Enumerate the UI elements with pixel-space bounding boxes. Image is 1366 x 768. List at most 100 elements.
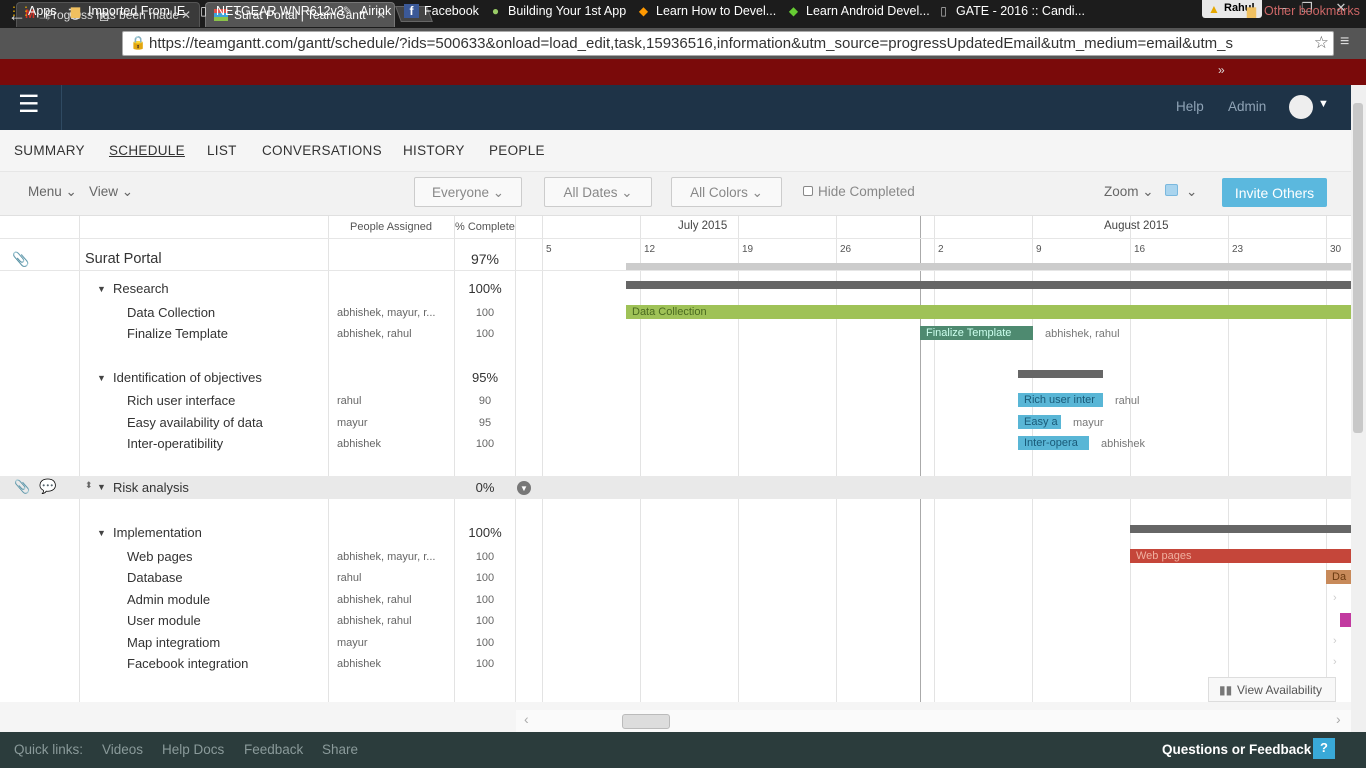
bookmark-learn-devel[interactable]: ◆ Learn How to Devel... xyxy=(636,4,776,18)
horizontal-scroll-thumb[interactable] xyxy=(622,714,670,729)
help-docs-link[interactable]: Help Docs xyxy=(162,742,224,757)
help-link[interactable]: Help xyxy=(1176,99,1204,114)
group-summary-bar[interactable] xyxy=(1018,370,1103,378)
task-people[interactable]: abhishek, rahul xyxy=(337,328,412,340)
chevron-down-icon[interactable]: ⌄ xyxy=(1186,184,1197,200)
task-bar[interactable]: Web pages xyxy=(1130,549,1351,563)
task-pct[interactable]: 100 xyxy=(455,572,515,584)
dates-filter[interactable]: All Dates ⌄ xyxy=(544,177,652,207)
more-bookmarks-icon[interactable]: » xyxy=(1218,63,1225,77)
zoom-dropdown[interactable]: Zoom ⌄ xyxy=(1104,184,1154,200)
tab-history[interactable]: HISTORY xyxy=(403,143,465,158)
task-people[interactable]: mayur xyxy=(337,637,368,649)
chevron-down-icon[interactable]: ▼ xyxy=(1318,98,1329,110)
bookmark-netgear[interactable]: ▯ NETGEAR WNR612v3 xyxy=(196,4,344,18)
task-people[interactable]: rahul xyxy=(337,395,361,407)
task-bar[interactable] xyxy=(1340,613,1351,627)
invite-button[interactable]: Invite Others xyxy=(1222,178,1327,207)
view-dropdown[interactable]: View ⌄ xyxy=(89,184,133,200)
task-people[interactable]: abhishek, rahul xyxy=(337,594,412,606)
collapse-triangle-icon[interactable]: ▼ xyxy=(97,482,106,492)
group-summary-bar[interactable] xyxy=(626,281,1351,289)
task-name[interactable]: Inter-operatibility xyxy=(127,436,223,451)
task-people[interactable]: mayur xyxy=(337,417,368,429)
bookmark-airink[interactable]: ✎ Airink xyxy=(340,4,391,18)
scroll-to-task-icon[interactable]: › xyxy=(1333,635,1337,647)
group-name[interactable]: Identification of objectives xyxy=(113,370,262,385)
task-pct[interactable]: 95 xyxy=(455,417,515,429)
task-people[interactable]: abhishek xyxy=(337,658,381,670)
collapse-triangle-icon[interactable]: ▼ xyxy=(97,284,106,294)
task-pct[interactable]: 100 xyxy=(455,615,515,627)
drag-handle-icon[interactable]: ⬍ xyxy=(85,480,93,491)
tab-summary[interactable]: SUMMARY xyxy=(14,143,85,158)
task-name[interactable]: Database xyxy=(127,570,183,585)
task-pct[interactable]: 90 xyxy=(455,395,515,407)
task-people[interactable]: abhishek xyxy=(337,438,381,450)
task-pct[interactable]: 100 xyxy=(455,551,515,563)
project-summary-bar[interactable] xyxy=(626,263,1351,270)
scroll-right-icon[interactable]: › xyxy=(1336,711,1341,727)
vertical-scroll-thumb[interactable] xyxy=(1353,103,1363,433)
task-name[interactable]: Map integratiom xyxy=(127,635,220,650)
bookmark-apps[interactable]: ⋮⋮ Apps xyxy=(8,4,57,18)
avatar[interactable] xyxy=(1289,95,1313,119)
task-name[interactable]: Facebook integration xyxy=(127,656,248,671)
bookmark-imported[interactable]: ▆ Imported From IE xyxy=(68,4,185,18)
task-bar[interactable]: Data Collection xyxy=(626,305,1351,319)
task-bar[interactable]: Finalize Template xyxy=(920,326,1033,340)
tab-list[interactable]: LIST xyxy=(207,143,237,158)
task-pct[interactable]: 100 xyxy=(455,328,515,340)
collapse-triangle-icon[interactable]: ▼ xyxy=(97,373,106,383)
task-people[interactable]: abhishek, mayur, r... xyxy=(337,307,435,319)
task-name[interactable]: Easy availability of data xyxy=(127,415,263,430)
task-name[interactable]: Finalize Template xyxy=(127,326,228,341)
task-pct[interactable]: 100 xyxy=(455,307,515,319)
feedback-link[interactable]: Feedback xyxy=(244,742,303,757)
other-bookmarks[interactable]: ▆ Other bookmarks xyxy=(1244,4,1360,18)
everyone-filter[interactable]: Everyone ⌄ xyxy=(414,177,522,207)
task-pct[interactable]: 100 xyxy=(455,594,515,606)
task-name[interactable]: User module xyxy=(127,613,201,628)
scroll-left-icon[interactable]: ‹ xyxy=(524,711,529,727)
bookmark-facebook[interactable]: f Facebook xyxy=(404,4,479,18)
task-bar[interactable]: Rich user inter xyxy=(1018,393,1103,407)
task-people[interactable]: rahul xyxy=(337,572,361,584)
group-name[interactable]: Research xyxy=(113,281,169,296)
collapse-triangle-icon[interactable]: ▼ xyxy=(97,528,106,538)
browser-menu-icon[interactable]: ≡ xyxy=(1340,33,1349,51)
bookmark-building-app[interactable]: ● Building Your 1st App xyxy=(488,4,626,18)
scroll-to-task-icon[interactable]: › xyxy=(1333,592,1337,604)
scroll-to-task-icon[interactable]: › xyxy=(1333,656,1337,668)
risk-analysis-row[interactable] xyxy=(0,476,1351,499)
bookmark-gate[interactable]: ▯ GATE - 2016 :: Candi... xyxy=(936,4,1085,18)
view-availability-button[interactable]: ▮▮ View Availability xyxy=(1208,677,1336,702)
videos-link[interactable]: Videos xyxy=(102,742,143,757)
task-people[interactable]: abhishek, mayur, r... xyxy=(337,551,435,563)
address-bar[interactable]: 🔒 https://teamgantt.com/gantt/schedule/?… xyxy=(122,31,1334,56)
help-question-icon[interactable]: ? xyxy=(1313,738,1335,759)
hide-completed-checkbox[interactable] xyxy=(803,186,813,196)
bookmark-learn-android[interactable]: ◆ Learn Android Devel... xyxy=(786,4,930,18)
task-people[interactable]: abhishek, rahul xyxy=(337,615,412,627)
group-summary-bar[interactable] xyxy=(1130,525,1351,533)
task-bar[interactable]: Da xyxy=(1326,570,1351,584)
tab-schedule[interactable]: SCHEDULE xyxy=(109,143,185,158)
group-name[interactable]: Implementation xyxy=(113,525,202,540)
task-name[interactable]: Data Collection xyxy=(127,305,215,320)
menu-dropdown[interactable]: Menu ⌄ xyxy=(28,184,77,200)
task-name[interactable]: Admin module xyxy=(127,592,210,607)
project-name[interactable]: Surat Portal xyxy=(85,251,162,267)
paperclip-icon[interactable]: 📎 xyxy=(14,479,30,495)
task-bar[interactable]: Easy a xyxy=(1018,415,1061,429)
task-name[interactable]: Web pages xyxy=(127,549,193,564)
task-pct[interactable]: 100 xyxy=(455,438,515,450)
tab-conversations[interactable]: CONVERSATIONS xyxy=(262,143,382,158)
task-pct[interactable]: 100 xyxy=(455,658,515,670)
tab-people[interactable]: PEOPLE xyxy=(489,143,545,158)
questions-feedback-link[interactable]: Questions or Feedback xyxy=(1162,742,1311,757)
color-picker[interactable] xyxy=(1165,184,1178,196)
task-name[interactable]: Rich user interface xyxy=(127,393,235,408)
paperclip-icon[interactable]: 📎 xyxy=(12,251,29,268)
group-name[interactable]: Risk analysis xyxy=(113,480,189,495)
